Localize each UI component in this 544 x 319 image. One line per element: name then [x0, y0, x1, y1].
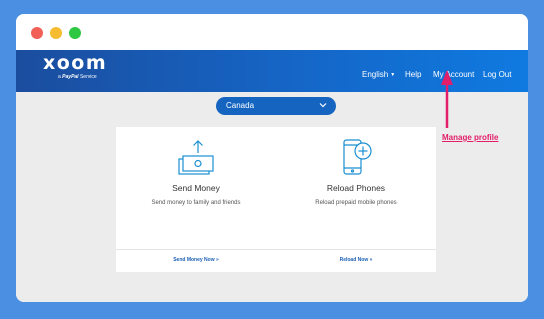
window-titlebar [16, 14, 528, 50]
send-money-title: Send Money [172, 183, 220, 193]
language-label: English [362, 70, 389, 79]
send-money-description: Send money to family and friends [151, 200, 241, 206]
country-select[interactable]: Canada [216, 97, 336, 115]
logo-wordmark: xoom [43, 52, 108, 74]
maximize-window-button[interactable] [69, 27, 81, 39]
reload-phones-description: Reload prepaid mobile phones [315, 200, 397, 206]
chevron-down-icon [319, 103, 327, 108]
logo-tagline-suffix: Service [79, 74, 97, 80]
browser-window: xoom a PayPal Service English ▼ Help My A… [16, 14, 528, 302]
language-menu[interactable]: English ▼ [362, 70, 395, 79]
send-money-option[interactable]: Send Money Send money to family and frie… [116, 127, 276, 247]
reload-now-link[interactable]: Reload Now » [276, 257, 436, 263]
logo-tagline: a PayPal Service [58, 74, 107, 80]
send-money-icon [178, 140, 214, 175]
xoom-logo[interactable]: xoom a PayPal Service [43, 52, 108, 81]
card-divider [116, 249, 436, 250]
reload-phones-title: Reload Phones [326, 183, 386, 193]
logout-link[interactable]: Log Out [483, 70, 511, 79]
manage-profile-annotation: Manage profile [442, 133, 499, 142]
caret-down-icon: ▼ [390, 71, 396, 78]
services-card: Send Money Send money to family and frie… [116, 127, 436, 272]
logo-tagline-brand: PayPal [62, 74, 79, 80]
reload-phone-icon [343, 139, 372, 175]
annotation-arrow-icon [441, 70, 453, 128]
close-window-button[interactable] [31, 27, 43, 39]
send-money-now-link[interactable]: Send Money Now » [116, 257, 276, 263]
minimize-window-button[interactable] [50, 27, 62, 39]
country-select-value: Canada [226, 101, 255, 110]
help-link[interactable]: Help [405, 70, 421, 79]
reload-phones-option[interactable]: Reload Phones Reload prepaid mobile phon… [276, 127, 436, 247]
logo-tagline-prefix: a [58, 74, 61, 80]
